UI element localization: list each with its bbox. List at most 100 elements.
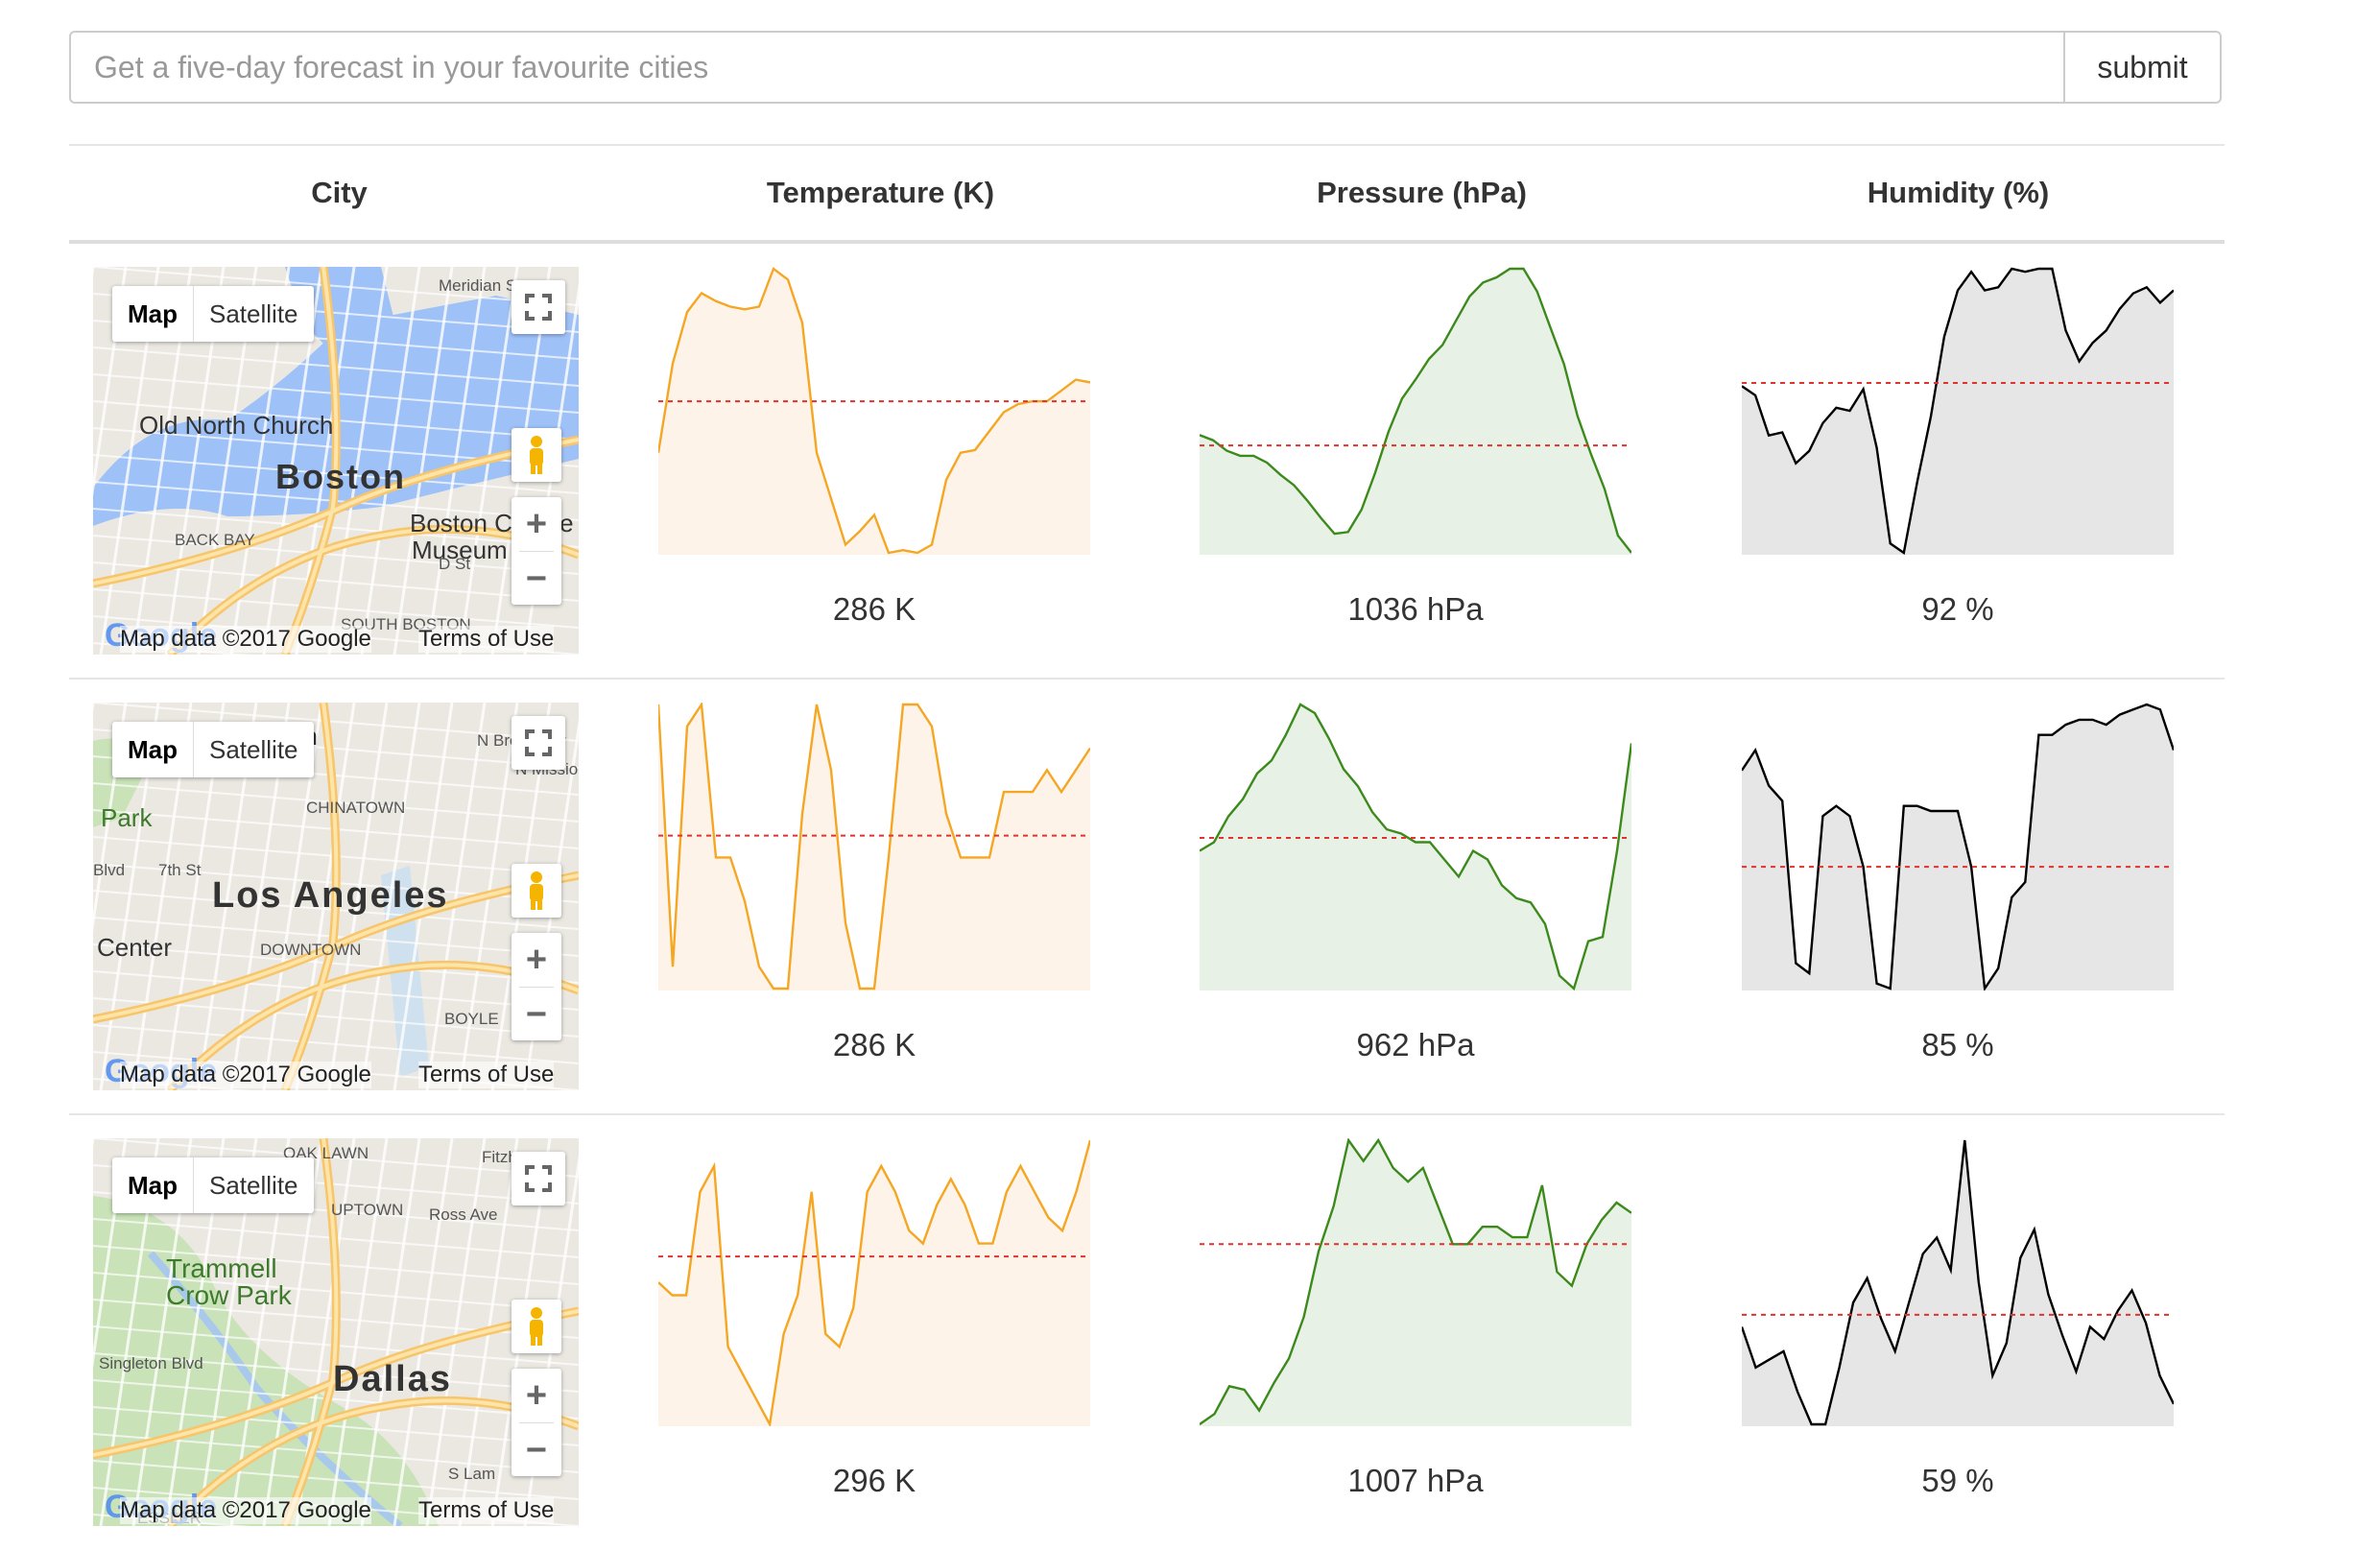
humidity-area bbox=[1742, 704, 2174, 990]
temperature-value: 286 K bbox=[832, 1027, 916, 1062]
zoom-in-button[interactable]: + bbox=[512, 497, 561, 551]
humidity-value: 92 % bbox=[1921, 591, 1994, 627]
map-place-label: DOWNTOWN bbox=[260, 941, 362, 959]
zoom-in-button[interactable]: + bbox=[512, 933, 561, 987]
map-place-label: S Lam bbox=[448, 1465, 496, 1483]
fullscreen-icon bbox=[525, 294, 552, 321]
table-row: Dodger StadiumParkCHINATOWNLos AngelesCe… bbox=[69, 680, 2225, 1115]
map-place-label: Singleton Blvd bbox=[99, 1354, 203, 1372]
map-place-label: UPTOWN bbox=[331, 1201, 404, 1219]
pegman-icon bbox=[530, 1307, 543, 1346]
map-type-toggle: Map Satellite bbox=[112, 722, 314, 777]
map-attribution: GoogleMap data ©2017 GoogleTerms of Use bbox=[93, 617, 579, 655]
search-form: submit bbox=[69, 31, 2222, 104]
pressure-area bbox=[1200, 1140, 1631, 1426]
fullscreen-icon bbox=[525, 729, 552, 756]
map-data-notice: Map data ©2017 Google bbox=[120, 626, 371, 653]
map-type-toggle: Map Satellite bbox=[112, 286, 314, 342]
humidity-sparkline bbox=[1742, 1138, 2174, 1430]
map-place-label: CHINATOWN bbox=[306, 799, 406, 817]
humidity-value: 85 % bbox=[1921, 1027, 1994, 1062]
humidity-sparkline bbox=[1742, 703, 2174, 994]
temperature-area bbox=[658, 704, 1090, 990]
fullscreen-icon bbox=[525, 1165, 552, 1192]
humidity-area bbox=[1742, 269, 2174, 555]
terms-of-use-link[interactable]: Terms of Use bbox=[418, 626, 555, 653]
terms-of-use-link[interactable]: Terms of Use bbox=[418, 1497, 555, 1524]
map-type-toggle: Map Satellite bbox=[112, 1157, 314, 1213]
map-place-label: D St bbox=[439, 555, 471, 573]
pressure-sparkline bbox=[1200, 1138, 1631, 1430]
map-data-notice: Map data ©2017 Google bbox=[120, 1497, 371, 1524]
table-header: City Temperature (K) Pressure (hPa) Humi… bbox=[69, 144, 2225, 244]
pressure-sparkline bbox=[1200, 267, 1631, 559]
zoom-control: + − bbox=[512, 933, 561, 1040]
table-row: Old North Church Boston BACK BAY SOUTH BOST… bbox=[69, 244, 2225, 680]
temperature-sparkline bbox=[658, 267, 1090, 559]
map-attribution: GoogleMap data ©2017 GoogleTerms of Use bbox=[93, 1053, 579, 1090]
pressure-value: 1036 hPa bbox=[1347, 591, 1484, 627]
pegman-icon bbox=[530, 436, 543, 474]
temperature-sparkline bbox=[658, 703, 1090, 994]
humidity-value: 59 % bbox=[1921, 1463, 1994, 1498]
map-type-satellite-button[interactable]: Satellite bbox=[194, 286, 314, 342]
fullscreen-button[interactable] bbox=[512, 716, 565, 770]
temperature-value: 296 K bbox=[832, 1463, 916, 1498]
zoom-control: + − bbox=[512, 497, 561, 605]
map-type-map-button[interactable]: Map bbox=[112, 722, 194, 777]
fullscreen-button[interactable] bbox=[512, 1152, 565, 1205]
street-view-pegman-button[interactable] bbox=[512, 1300, 561, 1353]
submit-button[interactable]: submit bbox=[2063, 31, 2222, 104]
fullscreen-button[interactable] bbox=[512, 280, 565, 334]
header-city: City bbox=[311, 176, 368, 209]
zoom-out-button[interactable]: − bbox=[512, 552, 561, 606]
map-attribution: GoogleMap data ©2017 GoogleTerms of Use bbox=[93, 1489, 579, 1526]
city-map[interactable]: Dodger StadiumParkCHINATOWNLos AngelesCe… bbox=[93, 703, 579, 1090]
map-place-label: Park bbox=[101, 803, 153, 832]
pressure-value: 962 hPa bbox=[1356, 1027, 1475, 1062]
header-pressure: Pressure (hPa) bbox=[1317, 176, 1527, 209]
zoom-out-button[interactable]: − bbox=[512, 988, 561, 1041]
forecast-table: City Temperature (K) Pressure (hPa) Humi… bbox=[69, 144, 2225, 1551]
map-place-label: Old North Church bbox=[139, 411, 334, 440]
zoom-control: + − bbox=[512, 1369, 561, 1476]
temperature-value: 286 K bbox=[832, 591, 916, 627]
city-map[interactable]: Old North Church Boston BACK BAY SOUTH BOST… bbox=[93, 267, 579, 655]
header-humidity: Humidity (%) bbox=[1867, 176, 2050, 209]
city-map[interactable]: OAK LAWN UPTOWN Trammell Crow Park Dallas Sin… bbox=[93, 1138, 579, 1526]
map-type-satellite-button[interactable]: Satellite bbox=[194, 722, 314, 777]
map-place-label: Blvd bbox=[93, 861, 126, 879]
terms-of-use-link[interactable]: Terms of Use bbox=[418, 1062, 555, 1088]
map-place-label: Dallas bbox=[333, 1359, 452, 1399]
map-type-map-button[interactable]: Map bbox=[112, 1157, 194, 1213]
temperature-sparkline bbox=[658, 1138, 1090, 1430]
header-temperature: Temperature (K) bbox=[766, 176, 995, 209]
map-place-label: 7th St bbox=[158, 861, 202, 879]
pressure-value: 1007 hPa bbox=[1347, 1463, 1484, 1498]
map-place-label: Center bbox=[97, 933, 173, 962]
pegman-icon bbox=[530, 871, 543, 910]
zoom-out-button[interactable]: − bbox=[512, 1423, 561, 1477]
map-place-label: Meridian St bbox=[439, 276, 521, 295]
map-place-label: BACK BAY bbox=[175, 531, 255, 549]
map-place-label: Crow Park bbox=[166, 1280, 292, 1310]
pressure-sparkline bbox=[1200, 703, 1631, 994]
street-view-pegman-button[interactable] bbox=[512, 428, 561, 482]
table-row: OAK LAWN UPTOWN Trammell Crow Park Dallas Sin… bbox=[69, 1115, 2225, 1551]
humidity-sparkline bbox=[1742, 267, 2174, 559]
zoom-in-button[interactable]: + bbox=[512, 1369, 561, 1422]
weather-app: submit City Temperature (K) Pressure (hP… bbox=[0, 0, 2380, 1526]
map-type-satellite-button[interactable]: Satellite bbox=[194, 1157, 314, 1213]
temperature-area bbox=[658, 269, 1090, 555]
city-search-input[interactable] bbox=[69, 31, 2063, 104]
map-place-label: Boston bbox=[275, 457, 406, 496]
map-place-label: Los Angeles bbox=[212, 875, 449, 916]
map-place-label: BOYLE bbox=[444, 1010, 499, 1028]
map-data-notice: Map data ©2017 Google bbox=[120, 1062, 371, 1088]
map-type-map-button[interactable]: Map bbox=[112, 286, 194, 342]
map-place-label: Ross Ave bbox=[429, 1205, 498, 1224]
humidity-area bbox=[1742, 1140, 2174, 1426]
pressure-area bbox=[1200, 269, 1631, 555]
street-view-pegman-button[interactable] bbox=[512, 864, 561, 918]
pressure-area bbox=[1200, 704, 1631, 990]
